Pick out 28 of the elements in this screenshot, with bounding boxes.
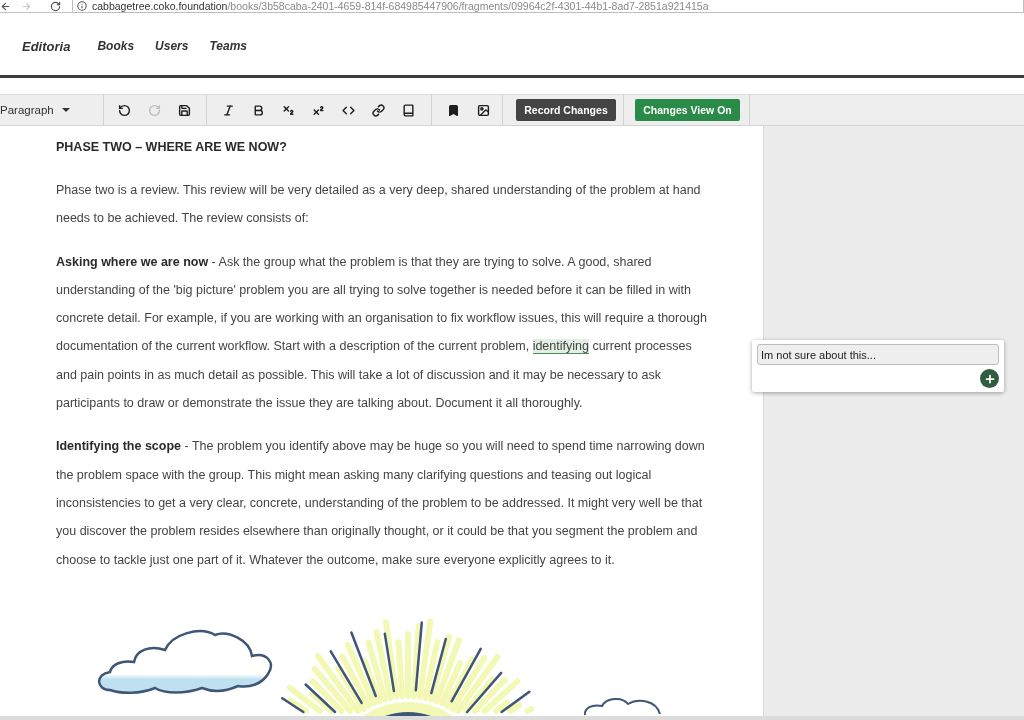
link-icon[interactable]	[371, 103, 385, 117]
paragraph: Asking where we are now - Ask the group what the problem is that they are trying to solve. A good, shared understanding of the 'big picture' problem you are all trying to solve together is needed before it can be filled in with concrete detail. For example, if you are working with an organisation to fix workflow issues, this will require a thorough documentation of the current workflow. Start with a description of the current problem, identifying current processes and pain points in as much detail as possible. This will take a lot of discussion and it may be necessary to ask participants to draw or demonstrate the issue they are talking about. Document it all thoroughly.	[56, 253, 708, 413]
subscript-icon[interactable]	[281, 103, 295, 117]
info-icon[interactable]	[77, 0, 87, 11]
paragraph: Phase two is a review. This review will be very detailed as a very deep, shared understanding of the problem at hand needs to be achieved. The review consists of:	[56, 182, 702, 228]
nav-link[interactable]: Users	[155, 39, 189, 53]
address-field[interactable]: cabbagetree.coko.foundation/books/3b58caba-2401-4659-814f-684985447906/fragments/09964c2f-4301-44b1-8ad7-2851a921415a	[72, 0, 1024, 13]
changes-view-button[interactable]: Changes View On	[635, 99, 740, 121]
reload-icon[interactable]	[50, 0, 61, 12]
nav-link[interactable]: Teams	[209, 39, 248, 53]
record-changes-button[interactable]: Record Changes	[516, 99, 616, 121]
bookmark-icon[interactable]	[446, 103, 460, 117]
book-icon[interactable]	[401, 103, 415, 117]
undo-icon[interactable]	[117, 103, 131, 117]
section-heading: PHASE TWO – WHERE ARE WE NOW?	[56, 139, 288, 156]
brand-name[interactable]: Editoria	[22, 38, 71, 54]
comment-input-field[interactable]: Im not sure about this...	[757, 344, 999, 365]
back-icon[interactable]	[0, 0, 11, 12]
plus-icon	[983, 372, 996, 385]
save-icon[interactable]	[177, 103, 191, 117]
caret-icon	[61, 108, 70, 112]
superscript-icon[interactable]	[311, 103, 325, 117]
image-icon[interactable]	[476, 103, 490, 117]
italic-icon[interactable]	[221, 103, 235, 117]
paragraph: Identifying the scope - The problem you identify above may be huge so you will need to spend time narrowing down the problem space with the group. This might mean asking many clarifying questions and teasing out logical inconsistencies to get a very clear, concrete, understanding of the problem to be addressed. It might very well be that you discover the problem resides elsewhere than originally thought, or it could be that you segment the problem and choose to tackle just one part of it. Whatever the outcome, make sure everyone explicitly agrees to it.	[56, 438, 706, 569]
nav-link[interactable]: Books	[97, 39, 135, 53]
block-style-dropdown[interactable]: Paragraph	[0, 104, 70, 116]
add-comment-button[interactable]	[980, 369, 999, 388]
